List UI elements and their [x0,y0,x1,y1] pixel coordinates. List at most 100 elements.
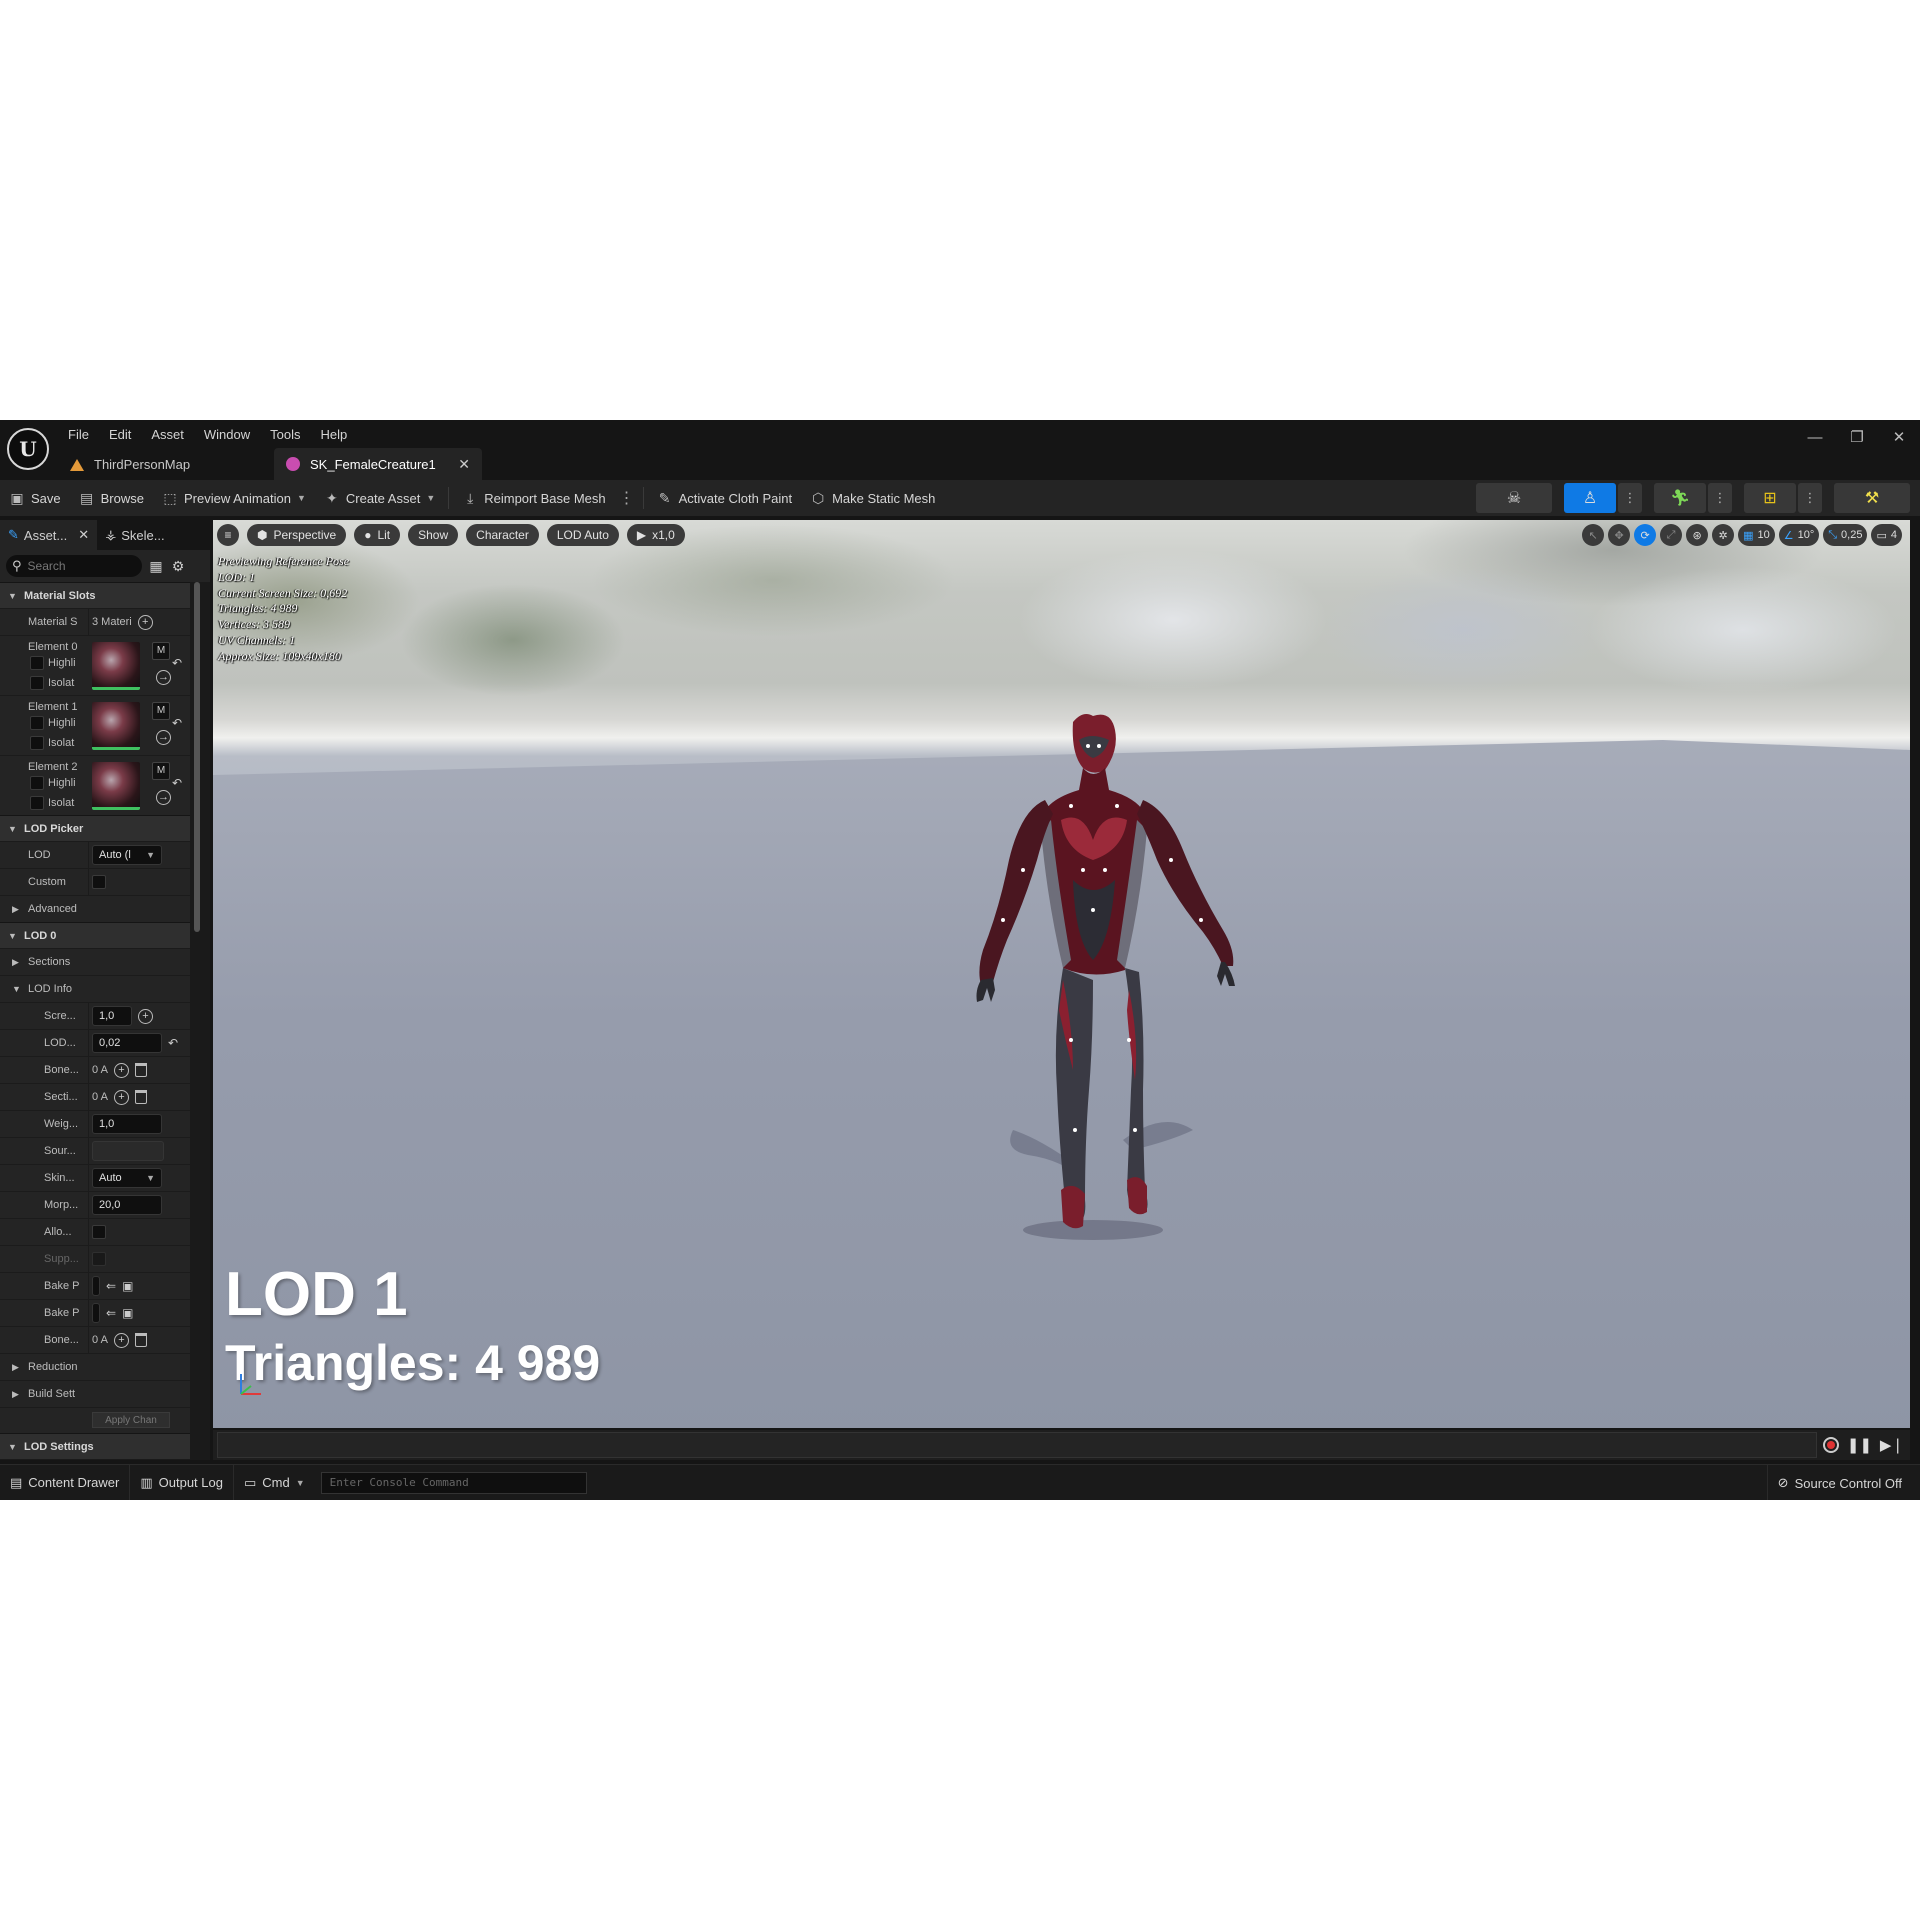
unreal-logo-icon[interactable]: U [7,428,49,470]
folder-icon[interactable]: ▣ [122,1279,133,1293]
trash-icon[interactable] [134,1063,147,1077]
category-material-slots[interactable]: ▼ Material Slots [0,582,190,608]
menu-help[interactable]: Help [310,424,357,446]
trash-icon[interactable] [134,1333,147,1347]
material-thumbnail[interactable] [92,762,140,810]
highlight-checkbox[interactable] [30,656,44,670]
select-mode-icon[interactable]: ↖ [1582,524,1605,546]
table-view-icon[interactable]: ▦ [148,558,164,575]
folder-icon[interactable]: ▣ [122,1306,133,1320]
translate-icon[interactable]: ✥ [1608,524,1631,546]
output-log-button[interactable]: ▥ Output Log [130,1464,234,1500]
allow-checkbox[interactable] [92,1225,106,1239]
apply-changes-button[interactable]: Apply Chan [92,1412,170,1428]
custom-checkbox[interactable] [92,875,106,889]
weight-field[interactable]: 1,0 [92,1114,162,1134]
grid-snap-button[interactable]: ▦ 10 [1738,524,1775,546]
reimport-base-mesh-button[interactable]: ⤓ Reimport Base Mesh [453,480,614,516]
perspective-button[interactable]: ⬢ Perspective [247,524,347,546]
menu-file[interactable]: File [58,424,99,446]
details-scrollbar[interactable] [194,582,200,932]
skeleton-mode-button[interactable]: ☠ [1476,483,1552,513]
highlight-checkbox[interactable] [30,776,44,790]
console-command-input[interactable] [320,1471,587,1494]
skin-cache-dropdown[interactable]: Auto ▼ [92,1168,162,1188]
browse-asset-icon[interactable]: ⇐ [106,1306,116,1320]
tab-asset-details[interactable]: ✎ Asset... ✕ [0,520,98,550]
rotate-icon[interactable]: ⟳ [1634,524,1657,546]
preview-viewport[interactable]: ≡ ⬢ Perspective ● Lit Show Character LOD… [213,520,1910,1428]
tab-sk-female-creature[interactable]: SK_FemaleCreature1 ✕ [274,448,482,480]
lod-info-row[interactable]: ▼ LOD Info [0,975,190,1002]
isolate-checkbox[interactable] [30,676,44,690]
cmd-dropdown[interactable]: ▭ Cmd ▼ [234,1465,315,1501]
highlight-checkbox[interactable] [30,716,44,730]
activate-cloth-paint-button[interactable]: ✎ Activate Cloth Paint [648,480,801,516]
source-control-button[interactable]: ⊘ Source Control Off [1766,1465,1912,1500]
reimport-options-icon[interactable]: ⋮ [615,488,639,508]
morph-field[interactable]: 20,0 [92,1195,162,1215]
build-settings-row[interactable]: ▶ Build Sett [0,1380,190,1407]
add-icon[interactable]: + [113,1062,129,1078]
coordinate-system-icon[interactable]: ⊛ [1686,524,1709,546]
blueprint-mode-button[interactable]: ⊞ [1744,483,1796,513]
reduction-row[interactable]: ▶ Reduction [0,1353,190,1380]
rotation-snap-button[interactable]: ∠ 10° [1778,524,1820,546]
browse-material-icon[interactable]: → [156,730,171,745]
close-window-icon[interactable]: ✕ [1878,420,1920,454]
trash-icon[interactable] [134,1090,147,1104]
show-button[interactable]: Show [408,524,459,546]
minimize-icon[interactable]: — [1794,420,1836,454]
browse-button[interactable]: ▤ Browse [70,480,153,516]
material-picker-button[interactable]: M [152,702,170,720]
timeline-track[interactable] [217,1432,1817,1458]
mesh-mode-options-icon[interactable]: ⋮ [1618,483,1642,513]
restore-icon[interactable]: ❐ [1836,420,1878,454]
blueprint-mode-options-icon[interactable]: ⋮ [1798,483,1822,513]
skeletal-mesh-mode-button[interactable]: ♙ [1564,483,1616,513]
menu-asset[interactable]: Asset [141,424,194,446]
pause-icon[interactable]: ❚❚ [1847,1436,1872,1454]
record-icon[interactable] [1822,1437,1839,1453]
gear-icon[interactable]: ⚙ [170,558,186,575]
isolate-checkbox[interactable] [30,736,44,750]
material-thumbnail[interactable] [92,702,140,750]
search-input[interactable] [27,559,128,573]
content-drawer-button[interactable]: ▤ Content Drawer [0,1464,131,1500]
tab-third-person-map[interactable]: ThirdPersonMap [58,448,274,480]
animation-mode-button[interactable]: 🏃︎ [1654,483,1706,513]
menu-window[interactable]: Window [194,424,260,446]
add-icon[interactable]: + [113,1332,129,1348]
add-icon[interactable]: + [137,614,153,630]
add-icon[interactable]: + [138,1008,153,1024]
menu-edit[interactable]: Edit [99,424,141,446]
reset-arrow-icon[interactable]: ↶ [172,776,182,790]
material-thumbnail[interactable] [92,642,140,690]
reset-arrow-icon[interactable]: ↶ [172,656,182,670]
reset-arrow-icon[interactable]: ↶ [168,1036,178,1050]
viewport-menu-button[interactable]: ≡ [217,524,239,546]
character-button[interactable]: Character [466,524,539,546]
lod-hysteresis-field[interactable]: 0,02 [92,1033,162,1053]
bake-pose-field[interactable] [92,1276,100,1296]
tab-skeleton-tree[interactable]: ⚶ Skele... [97,520,172,550]
lit-button[interactable]: ● Lit [354,524,401,546]
screen-size-field[interactable]: 1,0 [92,1006,132,1026]
add-icon[interactable]: + [113,1089,129,1105]
animation-mode-options-icon[interactable]: ⋮ [1708,483,1732,513]
category-lod-0[interactable]: ▼ LOD 0 [0,922,190,948]
lod-auto-button[interactable]: LOD Auto [546,524,619,546]
browse-material-icon[interactable]: → [156,670,171,685]
camera-speed-button[interactable]: ▭ 4 [1871,524,1902,546]
scale-snap-button[interactable]: ⤡ 0,25 [1823,524,1868,546]
close-icon[interactable]: ✕ [458,456,470,473]
create-asset-button[interactable]: ✦ Create Asset ▼ [315,480,444,516]
make-static-mesh-button[interactable]: ⬡ Make Static Mesh [801,480,944,516]
sections-row[interactable]: ▶ Sections [0,948,190,975]
play-speed-button[interactable]: ▶ x1,0 [626,524,685,546]
lod-dropdown[interactable]: Auto (l ▼ [92,845,162,865]
save-button[interactable]: ▣ Save [0,480,70,516]
advanced-row[interactable]: ▶ Advanced [0,895,190,922]
browse-material-icon[interactable]: → [156,790,171,805]
material-picker-button[interactable]: M [152,642,170,660]
